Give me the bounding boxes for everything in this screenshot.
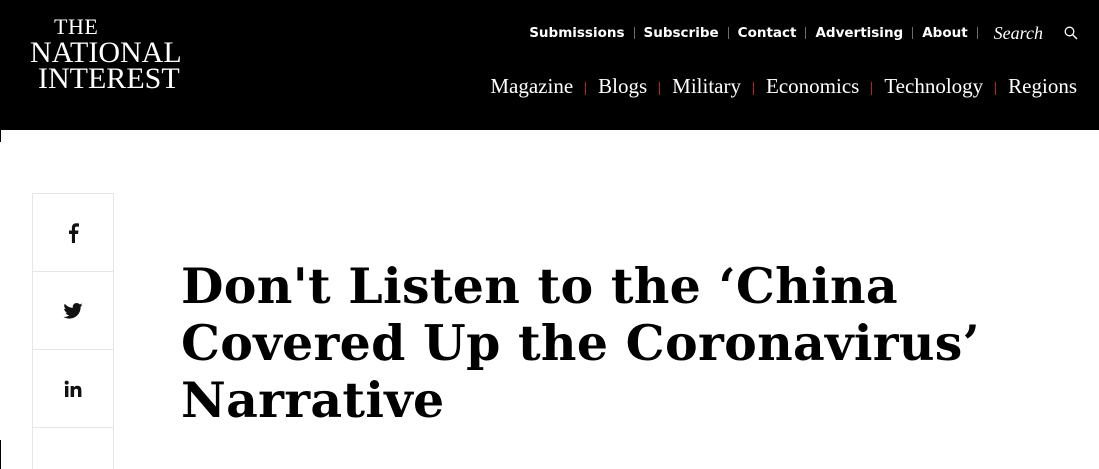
nav-link-regions[interactable]: Regions: [996, 74, 1077, 99]
nav-link-blogs[interactable]: Blogs: [586, 74, 659, 99]
nav-link-advertising[interactable]: Advertising: [806, 25, 912, 41]
logo-line-1: THE: [54, 14, 99, 39]
nav-link-submissions[interactable]: Submissions: [520, 25, 633, 41]
nav-link-about[interactable]: About: [913, 25, 976, 41]
nav-link-magazine[interactable]: Magazine: [478, 74, 585, 99]
nav-link-military[interactable]: Military: [660, 74, 753, 99]
search-icon[interactable]: [1063, 25, 1079, 41]
site-header: THE NATIONAL INTEREST Submissions Subscr…: [0, 0, 1099, 130]
twitter-icon: [63, 302, 83, 319]
nav-link-technology[interactable]: Technology: [872, 74, 995, 99]
search-input[interactable]: Search: [978, 23, 1063, 44]
article-title: Don't Listen to the ‘China Covered Up th…: [181, 258, 1061, 429]
nav-link-contact[interactable]: Contact: [729, 25, 806, 41]
utility-nav: Submissions Subscribe Contact Advertisin…: [520, 22, 1079, 44]
nav-link-subscribe[interactable]: Subscribe: [635, 25, 728, 41]
article-title-line: Don't Listen to the ‘China: [181, 257, 898, 315]
share-linkedin-button[interactable]: [33, 350, 113, 428]
linkedin-icon: [64, 380, 82, 397]
logo-line-3: INTEREST: [38, 62, 180, 95]
page-edge-marker: [0, 440, 1, 469]
share-twitter-button[interactable]: [33, 272, 113, 350]
article-title-line: Covered Up the Coronavirus’: [181, 314, 981, 372]
facebook-icon: [69, 222, 79, 243]
article-title-line: Narrative: [181, 371, 445, 429]
share-facebook-button[interactable]: [33, 194, 113, 272]
site-logo[interactable]: THE NATIONAL INTEREST: [30, 16, 195, 96]
main-nav: Magazine Blogs Military Economics Techno…: [478, 72, 1077, 100]
nav-link-economics[interactable]: Economics: [754, 74, 871, 99]
share-sidebar: [32, 193, 114, 469]
page-edge-marker: [0, 130, 1, 142]
